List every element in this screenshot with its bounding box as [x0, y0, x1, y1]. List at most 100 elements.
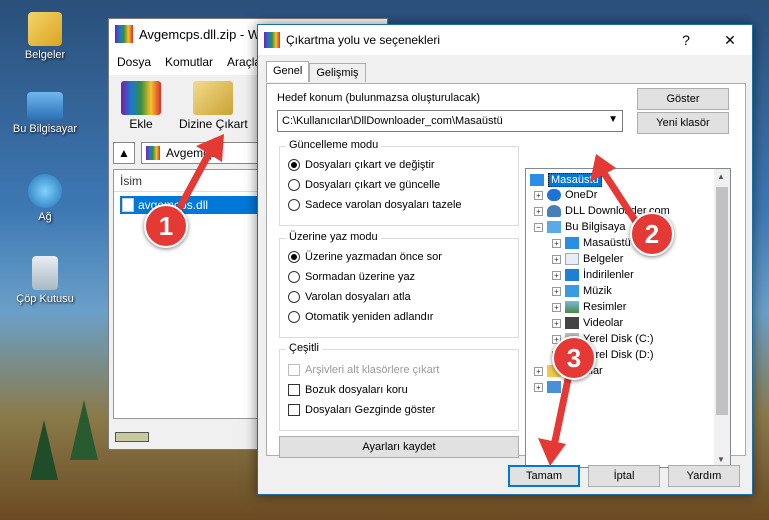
tree-item-desktop[interactable]: Masaüstü: [530, 173, 602, 187]
ok-button[interactable]: Tamam: [508, 465, 580, 487]
desktop-icon-documents[interactable]: Belgeler: [6, 12, 84, 61]
overwrite-option-rename[interactable]: Otomatik yeniden adlandır: [288, 311, 433, 323]
menu-item-file[interactable]: Dosya: [117, 55, 151, 69]
destination-path-combo[interactable]: C:\Kullanıcılar\DllDownloader_com\Masaüs…: [277, 110, 623, 132]
overwrite-mode-title: Üzerine yaz modu: [286, 231, 381, 243]
tree-item-downloads[interactable]: + İndirilenler: [552, 269, 634, 281]
option-label: Otomatik yeniden adlandır: [305, 311, 434, 323]
misc-option-show-in-explorer[interactable]: Dosyaları Gezginde göster: [288, 404, 435, 416]
expand-icon[interactable]: +: [534, 366, 543, 376]
save-settings-button[interactable]: Ayarları kaydet: [279, 436, 519, 458]
checkbox-icon: [288, 404, 300, 416]
update-option-replace[interactable]: Dosyaları çıkart ve değiştir: [288, 159, 435, 171]
extract-dialog: Çıkartma yolu ve seçenekleri ? ✕ Genel G…: [257, 24, 753, 495]
tree-item-videos[interactable]: + Videolar: [552, 317, 623, 329]
tree-item-music[interactable]: + Müzik: [552, 285, 612, 297]
dialog-titlebar[interactable]: Çıkartma yolu ve seçenekleri ? ✕: [258, 25, 752, 55]
folder-tree[interactable]: Masaüstü + OneDr + DLL Downloader.com − …: [525, 168, 731, 468]
expand-icon[interactable]: +: [552, 286, 561, 296]
tree-item-this-pc[interactable]: − Bu Bilgisaya: [534, 221, 626, 233]
add-button-label: Ekle: [129, 117, 153, 131]
scroll-down-icon[interactable]: ▼: [717, 455, 725, 464]
tab-general[interactable]: Genel: [266, 61, 310, 82]
expand-icon[interactable]: +: [534, 206, 543, 216]
update-option-freshen[interactable]: Sadece varolan dosyaları tazele: [288, 199, 462, 211]
extract-to-button-label: Dizine Çıkart: [179, 117, 248, 131]
expand-icon[interactable]: +: [552, 254, 561, 264]
tree-item-pc-desktop[interactable]: + Masaüstü: [552, 237, 631, 249]
option-label: Dosyaları çıkart ve değiştir: [305, 159, 435, 171]
help-button[interactable]: Yardım: [668, 465, 740, 487]
desktop-icon-label: Belgeler: [24, 49, 66, 61]
expand-icon[interactable]: +: [552, 318, 561, 328]
chevron-down-icon[interactable]: ▼: [608, 114, 618, 125]
new-folder-button[interactable]: Yeni klasör: [637, 112, 729, 134]
desktop-icon-network[interactable]: Ağ: [6, 174, 84, 223]
option-label: Dosyaları Gezginde göster: [305, 404, 436, 416]
desktop-icon-computer[interactable]: Bu Bilgisayar: [6, 92, 84, 135]
checkbox-icon: [288, 364, 300, 376]
dialog-title: Çıkartma yolu ve seçenekleri: [286, 33, 441, 47]
close-icon[interactable]: ✕: [708, 25, 752, 55]
tree-item-documents[interactable]: + Belgeler: [552, 253, 623, 265]
checkbox-icon: [288, 384, 300, 396]
dialog-tabs: Genel Gelişmiş: [266, 61, 366, 82]
radio-icon: [288, 271, 300, 283]
help-icon[interactable]: ?: [664, 25, 708, 55]
annotation-badge-2: 2: [630, 212, 674, 256]
winrar-logo-icon: [264, 32, 280, 48]
overwrite-mode-group: Üzerine yaz modu Üzerine yazmadan önce s…: [279, 231, 519, 338]
dll-file-icon: [122, 198, 134, 212]
user-icon: [547, 205, 561, 217]
overwrite-option-without-prompt[interactable]: Sormadan üzerine yaz: [288, 271, 415, 283]
annotation-badge-1: 1: [144, 204, 188, 248]
documents-icon: [565, 253, 579, 265]
tree-item-pictures[interactable]: + Resimler: [552, 301, 626, 313]
tree-item-label: Masaüstü: [583, 237, 631, 249]
expand-icon[interactable]: +: [534, 382, 543, 392]
desktop-icon-recycle-bin[interactable]: Çöp Kutusu: [6, 256, 84, 305]
overwrite-option-skip[interactable]: Varolan dosyaları atla: [288, 291, 411, 303]
show-button[interactable]: Göster: [637, 88, 729, 110]
option-label: Arşivleri alt klasörlere çıkart: [305, 364, 440, 376]
update-option-update[interactable]: Dosyaları çıkart ve güncelle: [288, 179, 440, 191]
desktop-icon-label: Çöp Kutusu: [16, 293, 74, 305]
update-mode-group: Güncelleme modu Dosyaları çıkart ve deği…: [279, 139, 519, 226]
tree-item-label: Belgeler: [583, 253, 624, 265]
scrollbar-thumb[interactable]: [716, 187, 728, 415]
desktop-icon: [565, 237, 579, 249]
tab-advanced[interactable]: Gelişmiş: [309, 63, 366, 82]
expand-icon[interactable]: +: [552, 302, 561, 312]
radio-icon: [288, 311, 300, 323]
cancel-button[interactable]: İptal: [588, 465, 660, 487]
destination-label: Hedef konum (bulunmazsa oluşturulacak): [277, 92, 480, 104]
background-tree: [70, 400, 98, 460]
option-label: Sormadan üzerine yaz: [305, 271, 416, 283]
music-icon: [565, 285, 579, 297]
collapse-icon[interactable]: −: [534, 222, 543, 232]
extract-to-icon: [193, 81, 234, 115]
general-tab-panel: Hedef konum (bulunmazsa oluşturulacak) C…: [266, 83, 746, 468]
up-folder-button[interactable]: ▲: [113, 142, 135, 164]
tree-item-label: Yerel Disk (C:): [583, 333, 654, 345]
tree-scrollbar[interactable]: ▲ ▼: [714, 169, 730, 467]
tree-item-onedrive[interactable]: + OneDr: [534, 189, 597, 201]
expand-icon[interactable]: +: [552, 270, 561, 280]
option-label: Dosyaları çıkart ve güncelle: [305, 179, 441, 191]
expand-icon[interactable]: +: [552, 238, 561, 248]
background-tree: [30, 420, 58, 480]
overwrite-option-ask[interactable]: Üzerine yazmadan önce sor: [288, 251, 442, 263]
tree-item-label: Masaüstü: [548, 173, 602, 187]
scroll-up-icon[interactable]: ▲: [717, 172, 725, 181]
menu-item-tools[interactable]: Araçla: [227, 55, 261, 69]
misc-option-keep-broken[interactable]: Bozuk dosyaları koru: [288, 384, 408, 396]
destination-path-value: C:\Kullanıcılar\DllDownloader_com\Masaüs…: [282, 115, 503, 127]
desktop-icon-label: Ağ: [38, 211, 52, 223]
radio-selected-icon: [288, 251, 300, 263]
add-button[interactable]: Ekle: [121, 81, 161, 131]
tree-item-network[interactable]: +: [534, 381, 565, 393]
misc-group: Çeşitli Arşivleri alt klasörlere çıkart …: [279, 342, 519, 431]
menu-item-commands[interactable]: Komutlar: [165, 55, 213, 69]
expand-icon[interactable]: +: [534, 190, 543, 200]
extract-to-button[interactable]: Dizine Çıkart: [179, 81, 248, 131]
